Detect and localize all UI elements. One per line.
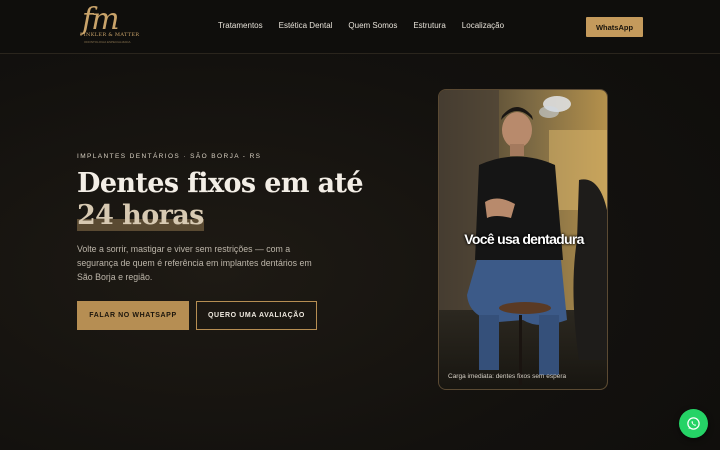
- nav-item-quem-somos[interactable]: Quem Somos: [348, 21, 397, 30]
- nav-item-estrutura[interactable]: Estrutura: [413, 21, 445, 30]
- brand-logo[interactable]: fm FINKLER & MATTER ODONTOLOGIA ESPECIAL…: [76, 2, 140, 50]
- headline-text: Dentes fixos em até: [77, 168, 364, 199]
- whatsapp-icon: [687, 417, 700, 430]
- main-nav: Tratamentos Estética Dental Quem Somos E…: [218, 21, 520, 30]
- hero-video[interactable]: Você usa dentadura Carga imediata: dente…: [438, 89, 608, 390]
- headline-highlight: 24 horas: [77, 200, 204, 231]
- brand-name: FINKLER & MATTER: [80, 32, 140, 38]
- hero-eyebrow: IMPLANTES DENTÁRIOS · SÃO BORJA - RS: [77, 153, 262, 160]
- video-caption: Você usa dentadura: [464, 231, 584, 247]
- brand-tagline: ODONTOLOGIA ESPECIALIZADA: [84, 40, 131, 44]
- video-footer-text: Carga imediata: dentes fixos sem espera: [448, 373, 567, 380]
- site-header: fm FINKLER & MATTER ODONTOLOGIA ESPECIAL…: [0, 0, 720, 54]
- evaluation-cta-button[interactable]: QUERO UMA AVALIAÇÃO: [196, 301, 317, 330]
- floating-whatsapp-button[interactable]: [679, 409, 708, 438]
- nav-item-tratamentos[interactable]: Tratamentos: [218, 21, 263, 30]
- nav-item-estetica-dental[interactable]: Estética Dental: [279, 21, 333, 30]
- whatsapp-cta-button[interactable]: FALAR NO WHATSAPP: [77, 301, 189, 330]
- nav-item-localizacao[interactable]: Localização: [462, 21, 504, 30]
- header-whatsapp-button[interactable]: WhatsApp: [586, 17, 643, 37]
- hero-subtitle: Volte a sorrir, mastigar e viver sem res…: [77, 244, 312, 282]
- hero-headline: Dentes fixos em até 24 horas: [77, 168, 387, 232]
